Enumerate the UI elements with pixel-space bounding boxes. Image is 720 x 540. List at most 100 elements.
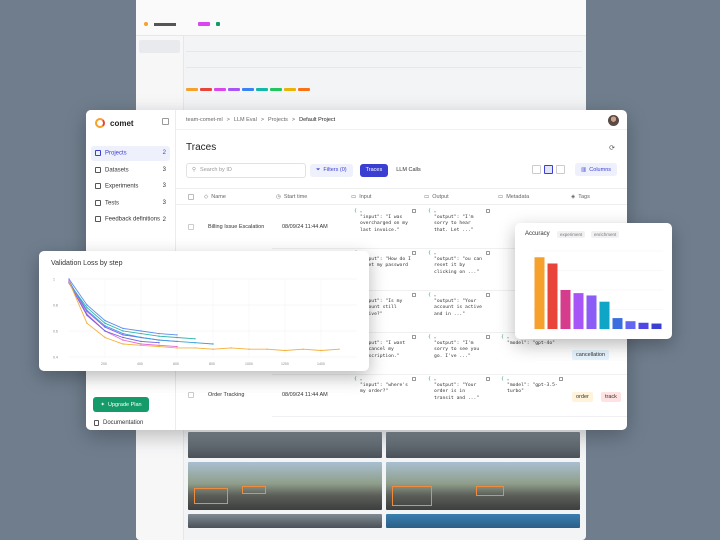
breadcrumb-item[interactable]: LLM Eval [234,117,257,123]
row-checkbox[interactable] [188,392,194,398]
columns-button[interactable]: ▥ Columns [575,163,617,176]
sidebar-item-projects[interactable]: Projects 2 [91,146,170,161]
search-input[interactable]: ⚲ Search by ID [186,162,306,178]
copy-icon[interactable] [412,335,416,339]
avatar[interactable] [608,115,619,126]
loss-point [86,304,88,306]
columns-label: Columns [589,166,611,173]
loss-point [140,336,142,339]
copy-icon[interactable] [486,209,490,213]
breadcrumb-item[interactable]: team-comet-ml [186,117,223,123]
upgrade-plan-button[interactable]: ✦ Upgrade Plan [93,397,149,412]
background-chip-bar [186,88,582,91]
column-header-input[interactable]: ▭ Input [351,194,371,200]
compact-view-icon[interactable] [532,165,541,174]
accuracy-bar [651,323,662,329]
sidebar-item-feedback-definitions[interactable]: Feedback definitions 2 [91,212,170,227]
tab-traces[interactable]: Traces [359,163,389,177]
sidebar-item-datasets[interactable]: Datasets 3 [91,163,170,178]
trace-name[interactable]: Billing Issue Escalation [208,224,264,230]
column-header-start-time[interactable]: ◷ Start time [276,194,307,200]
background-filter-row [186,40,582,52]
upgrade-plan-label: Upgrade Plan [107,401,142,408]
detection-box [242,486,266,494]
database-icon [95,166,101,173]
metadata-json-cell[interactable]: { ⌄ "model": "gpt-3.5- turbo" [499,376,565,410]
copy-icon[interactable] [559,377,563,381]
loss-point [140,344,142,346]
select-all-checkbox[interactable] [188,193,194,200]
output-json-cell[interactable]: { ⌄ "output": "Your account is active and i… [426,292,492,326]
collapse-sidebar-icon[interactable] [162,118,169,125]
filters-button[interactable]: ⏷ Filters (0) [310,163,353,177]
column-label: Start time [283,193,308,200]
sidebar-item-experiments[interactable]: Experiments 3 [91,179,170,194]
tag-badge[interactable]: cancellation [572,350,610,360]
row-checkbox[interactable] [188,224,194,230]
input-json-cell[interactable]: { ⌄ "input": "where's my order?" [352,376,418,410]
sidebar-item-label: Experiments [105,183,139,190]
copy-icon[interactable] [412,251,416,255]
breadcrumb: team-comet-ml > LLM Eval > Projects > Defau… [176,110,627,130]
copy-icon[interactable] [412,209,416,213]
loss-point [122,334,124,336]
output-json-cell[interactable]: { ⌄ "output": "I'm sorry to hear that. Let … [426,208,492,242]
tag-badge[interactable]: track [601,392,621,402]
column-header-name[interactable]: ◇ Name [204,194,226,200]
input-json-cell[interactable]: { ⌄ "input": "I was overcharged on my last … [352,208,418,242]
json-line: transit and ..." [434,395,480,401]
column-icon: ▭ [498,193,504,200]
x-tick-label: 400 [137,362,143,366]
clock-icon: ◷ [276,193,281,200]
loss-point [104,330,106,332]
column-header-metadata[interactable]: ▭ Metadata [498,194,529,200]
logo-text: comet [110,118,134,128]
medium-view-icon[interactable] [544,165,553,174]
sidebar-item-count: 3 [162,200,166,207]
background-nav-item [139,53,180,66]
background-nav-item [139,66,180,79]
loss-point [320,349,322,352]
y-tick-label: 0.6 [53,330,58,334]
filters-label: Filters (0) [323,167,347,173]
trace-name[interactable]: Order Tracking [208,392,244,398]
tab-llm-calls[interactable]: LLM Calls [390,164,426,177]
breadcrumb-sep: > [260,116,265,123]
copy-icon[interactable] [486,293,490,297]
breadcrumb-item[interactable]: Projects [268,117,288,123]
column-icon: ▭ [424,193,430,200]
accuracy-bar [560,290,571,329]
copy-icon[interactable] [486,377,490,381]
output-json-cell[interactable]: { ⌄ "output": "Your order is in transit and… [426,376,492,410]
breadcrumb-current: Default Project [299,116,336,123]
loss-point [140,343,142,345]
json-line: account is active [434,305,482,311]
documentation-link[interactable]: Documentation [94,420,143,426]
dashcam-image [386,432,580,458]
x-tick-label: 1200 [281,362,289,366]
loss-point [122,343,124,345]
metadata-json-cell[interactable]: { ⌄ "model": "gpt-4o" [499,334,565,368]
loss-point [104,325,106,327]
sidebar-nav: Projects 2 Datasets 3 Experiments 3 Test… [86,146,175,227]
x-tick-label: 1400 [317,362,325,366]
refresh-icon[interactable]: ⟳ [609,144,615,152]
output-json-cell[interactable]: { ⌄ "output": "ou can reset it by clicking … [426,250,492,284]
tag-badge[interactable]: order [572,392,593,402]
copy-icon[interactable] [412,377,416,381]
sidebar-item-tests[interactable]: Tests 3 [91,196,170,211]
row-height-toggle [532,165,565,174]
large-view-icon[interactable] [556,165,565,174]
loss-point [176,345,178,348]
output-json-cell[interactable]: { ⌄ "output": "I'm sorry to see you go. I'v… [426,334,492,368]
accuracy-bar [573,293,584,329]
loss-point [122,330,124,332]
copy-icon[interactable] [412,293,416,297]
column-header-output[interactable]: ▭ Output [424,194,449,200]
background-image-grid [188,432,580,528]
column-header-tags[interactable]: ◈ Tags [571,194,590,200]
copy-icon[interactable] [486,251,490,255]
copy-icon[interactable] [486,335,490,339]
sidebar-item-label: Datasets [105,167,129,174]
search-placeholder: Search by ID [200,167,232,173]
